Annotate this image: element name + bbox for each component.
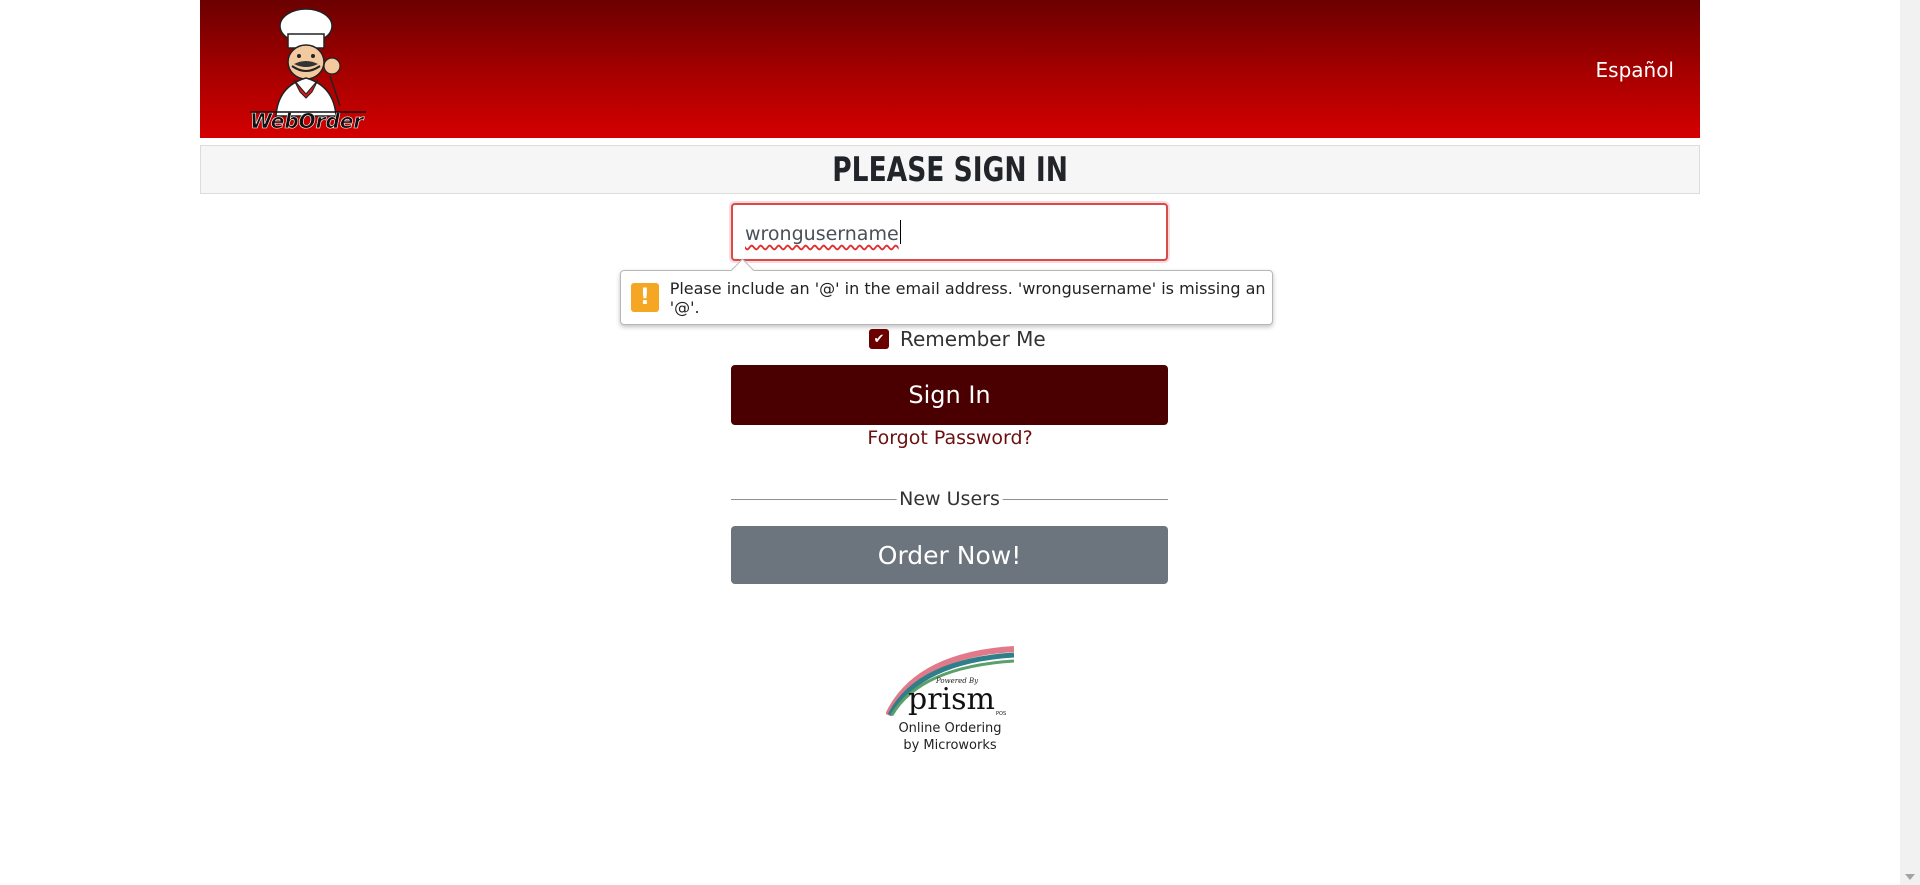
svg-text:prism: prism [908,682,995,717]
footer-line-1: Online Ordering [898,721,1002,736]
forgot-password-row: Forgot Password? [0,427,1900,449]
page: WebOrder Español Please Sign In wronguse… [0,0,1900,885]
email-field[interactable] [731,203,1168,261]
remember-me: ✔ Remember Me [869,327,1046,351]
footer-line-2: by Microworks [903,738,997,753]
footer-credits: Online Ordering by Microworks [0,720,1900,754]
page-title: Please Sign In [832,149,1068,190]
prism-pos-logo: Powered By prism POS [886,646,1014,717]
site-header: WebOrder Español [200,0,1700,138]
language-toggle-link[interactable]: Español [1596,58,1674,82]
forgot-password-link[interactable]: Forgot Password? [867,427,1032,449]
new-users-divider: New Users [731,488,1168,512]
weborder-chef-logo[interactable]: WebOrder [246,4,376,132]
sign-in-button[interactable]: Sign In [731,365,1168,425]
title-bar: Please Sign In [200,145,1700,194]
new-users-label: New Users [896,488,1003,510]
order-now-button[interactable]: Order Now! [731,526,1168,584]
remember-me-checkbox[interactable]: ✔ [869,329,889,349]
svg-text:POS: POS [996,711,1006,717]
warning-icon: ! [631,283,659,312]
vertical-scrollbar[interactable] [1900,0,1920,885]
remember-me-label[interactable]: Remember Me [900,327,1046,351]
scroll-down-arrow-icon[interactable] [1905,874,1915,880]
validation-message: Please include an '@' in the email addre… [669,278,1266,317]
validation-tooltip: ! Please include an '@' in the email add… [620,270,1273,325]
